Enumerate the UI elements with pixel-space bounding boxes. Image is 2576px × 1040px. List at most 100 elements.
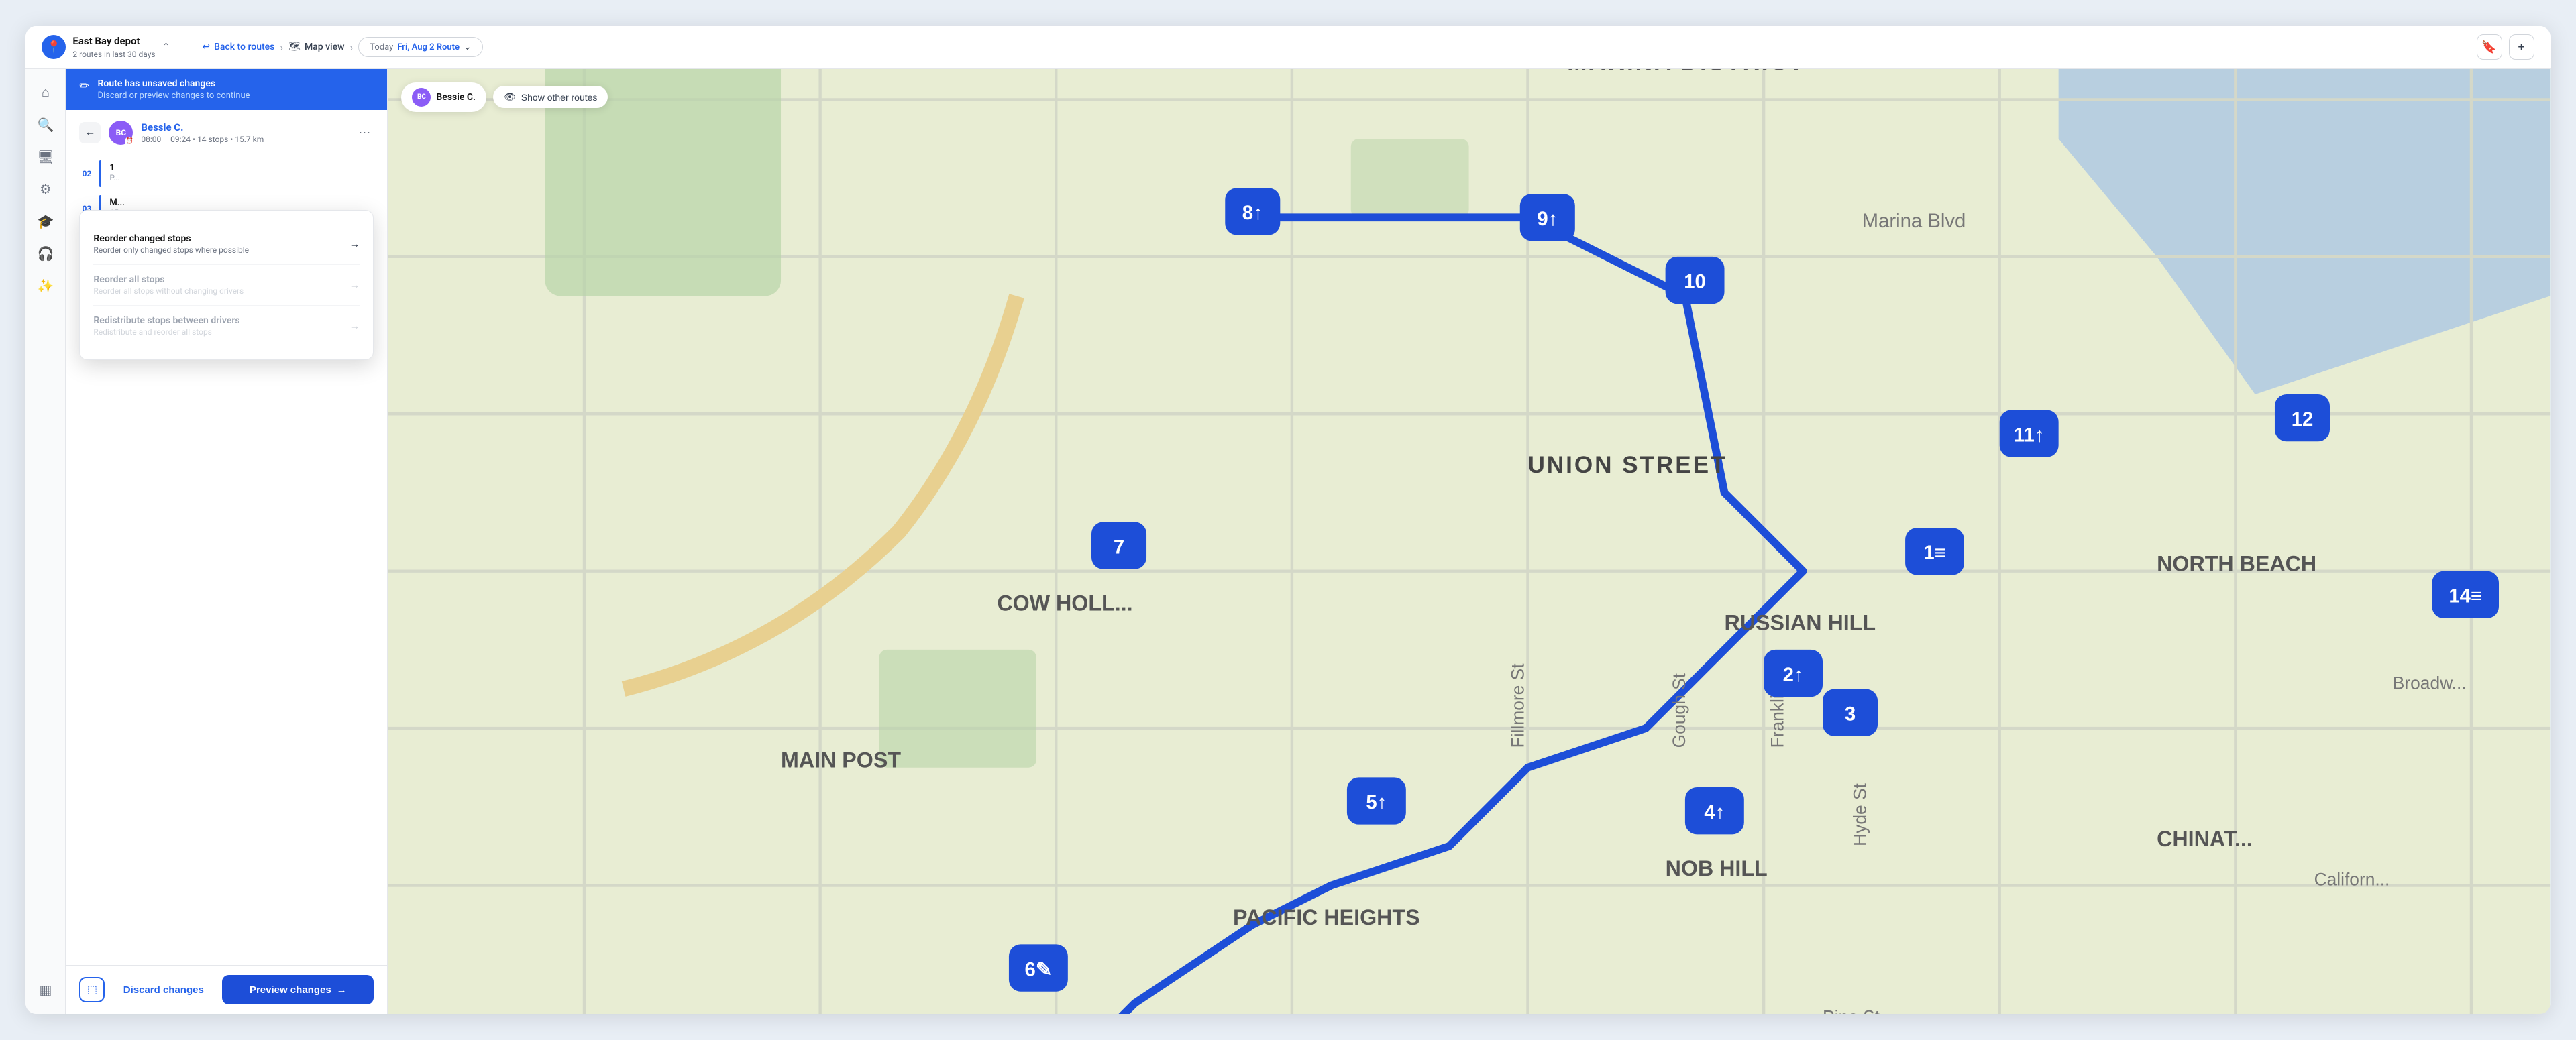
bookmark-button[interactable]: 🔖	[2477, 34, 2502, 60]
route-info: Bessie C. 08:00 – 09:24 • 14 stops • 15.…	[141, 121, 347, 144]
back-to-routes-btn[interactable]: ↩ Back to routes	[202, 42, 274, 52]
sidebar-item-layout[interactable]: ▦	[32, 976, 59, 1003]
redistribute-stops-option: Redistribute stops between drivers Redis…	[93, 306, 360, 346]
reorder-option-3-arrow-icon: →	[349, 319, 360, 333]
reorder-popup: Reorder changed stops Reorder only chang…	[79, 210, 374, 360]
reorder-option-1-text: Reorder changed stops Reorder only chang…	[93, 233, 249, 255]
preview-changes-button[interactable]: Preview changes →	[222, 975, 374, 1004]
svg-text:Marina Blvd: Marina Blvd	[1862, 210, 1966, 232]
map-view-btn[interactable]: 🗺 Map view	[288, 42, 344, 52]
depot-chevron-icon[interactable]: ⌃	[162, 42, 170, 52]
nav-separator-1: ›	[280, 41, 283, 54]
reorder-option-1-arrow-icon: →	[349, 237, 360, 251]
show-routes-label: Show other routes	[521, 92, 598, 103]
reorder-option-2-desc: Reorder all stops without changing drive…	[93, 286, 244, 296]
route-stops: 14 stops	[197, 135, 228, 144]
svg-text:Californ...: Californ...	[2314, 869, 2390, 889]
svg-text:CHINAT...: CHINAT...	[2157, 827, 2253, 851]
route-back-button[interactable]: ←	[79, 122, 101, 143]
show-other-routes-button[interactable]: 👁 Show other routes	[493, 86, 608, 108]
bottom-action-bar: ⬚ Discard changes Preview changes →	[66, 965, 387, 1014]
svg-text:7: 7	[1114, 536, 1124, 558]
map-view-label: Map view	[305, 42, 345, 52]
map-background: MARINA DISTRICT FORT MASON Marina Blvd C…	[388, 69, 2550, 1014]
sidebar-item-magic[interactable]: ✨	[32, 273, 59, 300]
svg-text:PACIFIC HEIGHTS: PACIFIC HEIGHTS	[1233, 905, 1420, 929]
route-menu-button[interactable]: ···	[355, 123, 374, 142]
svg-text:11↑: 11↑	[2014, 424, 2045, 446]
driver-chip-initials: BC	[417, 93, 426, 101]
driver-avatar: BC ⏰	[109, 121, 133, 145]
pencil-icon: ✏	[79, 79, 89, 93]
sidebar-item-education[interactable]: 🎓	[32, 209, 59, 235]
svg-text:RUSSIAN HILL: RUSSIAN HILL	[1725, 610, 1876, 634]
svg-text:MAIN POST: MAIN POST	[781, 748, 901, 772]
svg-text:14≡: 14≡	[2449, 585, 2483, 607]
sidebar-item-settings[interactable]: ⚙	[32, 176, 59, 203]
plus-button[interactable]: +	[2509, 34, 2534, 60]
stop-number-02: 02	[79, 169, 94, 178]
topbar-actions: 🔖 +	[2477, 34, 2534, 60]
date-label: Fri, Aug 2 Route	[397, 42, 460, 52]
route-header: ← BC ⏰ Bessie C. 08:00 – 09:24 • 14 stop…	[66, 110, 387, 156]
svg-text:NOB HILL: NOB HILL	[1666, 856, 1768, 880]
svg-text:Fillmore St: Fillmore St	[1508, 663, 1528, 748]
unsaved-banner-title: Route has unsaved changes	[98, 78, 250, 89]
sidebar-icons: ⌂ 🔍 🖥 ⚙ 🎓 🎧 ✨ ▦	[25, 69, 66, 1014]
sidebar-item-home[interactable]: ⌂	[32, 80, 59, 107]
svg-text:Hyde St: Hyde St	[1850, 783, 1870, 846]
discard-changes-button[interactable]: Discard changes	[113, 975, 214, 1004]
depot-icon: 📍	[42, 35, 66, 59]
stop-row-02: 02 1 P...	[66, 156, 387, 191]
reorder-option-2-title: Reorder all stops	[93, 274, 244, 285]
reorder-option-3-title: Redistribute stops between drivers	[93, 315, 239, 326]
timeline-line-02	[99, 160, 101, 187]
depot-name: East Bay depot	[72, 35, 155, 47]
chevron-down-icon: ⌄	[464, 42, 472, 52]
select-button[interactable]: ⬚	[79, 977, 105, 1002]
topbar-nav: ↩ Back to routes › 🗺 Map view › Today Fr…	[202, 37, 2465, 57]
svg-text:2↑: 2↑	[1783, 664, 1804, 686]
driver-chip: BC Bessie C.	[401, 82, 486, 112]
route-meta: 08:00 – 09:24 • 14 stops • 15.7 km	[141, 135, 347, 144]
map-area[interactable]: MARINA DISTRICT FORT MASON Marina Blvd C…	[388, 69, 2550, 1014]
sidebar-item-search[interactable]: 🔍	[32, 112, 59, 139]
svg-text:UNION STREET: UNION STREET	[1528, 452, 1727, 478]
reorder-changed-stops-option[interactable]: Reorder changed stops Reorder only chang…	[93, 224, 360, 265]
left-panel: ✏ Route has unsaved changes Discard or p…	[66, 69, 388, 1014]
reorder-option-2-arrow-icon: →	[349, 278, 360, 292]
stop-details-02: 1 P...	[109, 160, 374, 185]
stop-title-03: M...	[109, 198, 374, 208]
svg-text:Broadw...: Broadw...	[2393, 673, 2467, 693]
svg-text:COW HOLL...: COW HOLL...	[998, 591, 1133, 615]
unsaved-banner-subtitle: Discard or preview changes to continue	[98, 91, 250, 101]
driver-chip-avatar: BC	[412, 88, 431, 107]
preview-label: Preview changes	[250, 984, 331, 996]
svg-text:5↑: 5↑	[1366, 791, 1387, 813]
back-arrow-icon: ↩	[202, 42, 210, 52]
reorder-option-1-desc: Reorder only changed stops where possibl…	[93, 245, 249, 255]
map-overlay-top: BC Bessie C. 👁 Show other routes	[401, 82, 608, 112]
sidebar-item-headset[interactable]: 🎧	[32, 241, 59, 268]
main-layout: ⌂ 🔍 🖥 ⚙ 🎓 🎧 ✨ ▦ ✏ Route has unsaved chan…	[25, 69, 2550, 1014]
reorder-all-stops-option: Reorder all stops Reorder all stops with…	[93, 265, 360, 306]
back-to-routes-label: Back to routes	[214, 42, 274, 52]
svg-text:Gough St: Gough St	[1669, 673, 1689, 748]
date-route-selector[interactable]: Today Fri, Aug 2 Route ⌄	[358, 37, 482, 57]
svg-text:10: 10	[1684, 271, 1707, 293]
sidebar-item-monitor[interactable]: 🖥	[32, 144, 59, 171]
svg-text:8↑: 8↑	[1242, 202, 1263, 224]
today-label: Today	[370, 42, 393, 52]
driver-initials: BC	[116, 128, 127, 137]
unsaved-banner-text: Route has unsaved changes Discard or pre…	[98, 78, 250, 101]
reorder-option-1-title: Reorder changed stops	[93, 233, 249, 244]
reorder-option-3-text: Redistribute stops between drivers Redis…	[93, 315, 239, 337]
depot-info: 📍 East Bay depot 2 routes in last 30 day…	[42, 35, 170, 60]
route-separator-1: •	[193, 135, 197, 144]
preview-arrow-icon: →	[337, 984, 347, 996]
svg-text:1≡: 1≡	[1924, 542, 1946, 564]
route-stops-area: 02 1 P... 03 M... 15	[66, 156, 387, 965]
nav-separator-2: ›	[350, 41, 353, 54]
route-time: 08:00 – 09:24	[141, 135, 191, 144]
app-container: 📍 East Bay depot 2 routes in last 30 day…	[25, 26, 2550, 1014]
